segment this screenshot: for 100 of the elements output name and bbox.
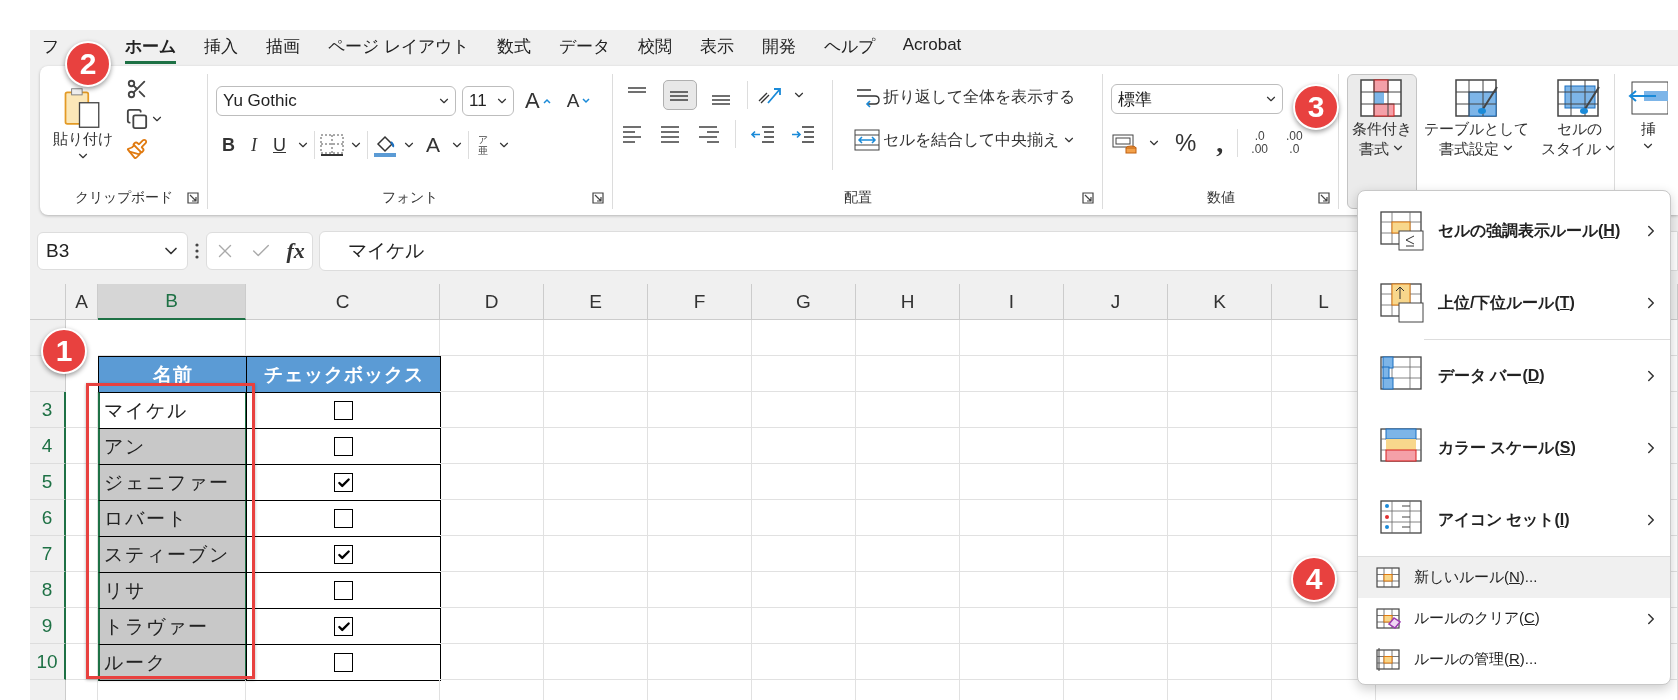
row-header[interactable]: 7 [30,536,66,572]
table-cell[interactable] [246,644,441,681]
sheet-cell[interactable] [440,392,544,428]
menu-item[interactable]: カラー スケール(S) [1358,412,1670,484]
ribbon-tab[interactable]: Acrobat [902,30,962,61]
sheet-cell[interactable] [440,572,544,608]
sheet-cell[interactable] [856,608,960,644]
menu-item[interactable]: アイコン セット(I) [1358,484,1670,556]
outdent-icon[interactable] [750,123,776,145]
column-header[interactable]: H [856,284,960,320]
sheet-cell[interactable] [960,644,1064,680]
table-cell[interactable] [246,536,441,573]
sheet-cell[interactable] [1064,464,1168,500]
sheet-cell[interactable] [752,536,856,572]
column-header[interactable]: B [98,284,246,320]
sheet-cell[interactable] [1064,392,1168,428]
ribbon-tab[interactable]: 開発 [761,30,796,64]
sheet-cell[interactable] [1168,464,1272,500]
sheet-cell[interactable] [856,356,960,392]
column-header[interactable]: J [1064,284,1168,320]
sheet-cell[interactable] [856,536,960,572]
row-header[interactable]: 9 [30,608,66,644]
copy-icon[interactable] [126,108,148,130]
align-right-icon[interactable] [697,123,721,145]
row-header[interactable]: 3 [30,392,66,428]
sheet-cell[interactable] [1064,320,1168,356]
sheet-cell[interactable] [544,608,648,644]
column-header[interactable]: E [544,284,648,320]
sheet-cell[interactable] [1168,536,1272,572]
sheet-cell[interactable] [752,356,856,392]
sheet-cell[interactable] [960,428,1064,464]
sheet-cell[interactable] [1064,572,1168,608]
font-name-dropdown[interactable]: Yu Gothic [216,86,456,116]
table-cell[interactable]: ジェニファー [98,464,247,501]
sheet-cell[interactable] [544,320,648,356]
column-header[interactable]: I [960,284,1064,320]
table-cell[interactable]: アン [98,428,247,465]
table-cell[interactable]: トラヴァー [98,608,247,645]
sheet-cell[interactable] [1168,500,1272,536]
table-cell[interactable] [246,428,441,465]
ribbon-tab[interactable]: 描画 [266,30,300,64]
sheet-cell[interactable] [648,356,752,392]
sheet-cell[interactable] [960,320,1064,356]
sheet-cell[interactable] [544,644,648,680]
scissors-icon[interactable] [126,78,148,100]
launcher-icon[interactable] [592,192,604,204]
sheet-cell[interactable] [544,428,648,464]
sheet-cell[interactable] [752,500,856,536]
column-header[interactable]: A [66,284,98,320]
comma-button[interactable]: , [1210,131,1230,156]
sheet-cell[interactable] [440,320,544,356]
sheet-cell[interactable] [752,572,856,608]
menu-item[interactable]: ルールのクリア(C) [1358,598,1670,639]
sheet-cell[interactable] [960,392,1064,428]
select-all-corner[interactable] [30,284,66,320]
checkbox[interactable] [334,545,353,564]
launcher-icon[interactable] [1318,192,1330,204]
column-header[interactable]: D [440,284,544,320]
sheet-cell[interactable] [648,536,752,572]
font-color-button[interactable]: A [420,131,446,159]
sheet-cell[interactable] [1168,608,1272,644]
sheet-cell[interactable] [1168,644,1272,680]
sheet-cell[interactable] [440,428,544,464]
row-header[interactable]: 5 [30,464,66,500]
table-cell[interactable]: スティーブン [98,536,247,573]
table-cell[interactable] [246,572,441,609]
sheet-cell[interactable] [648,464,752,500]
sheet-cell[interactable] [856,572,960,608]
sheet-cell[interactable] [1064,356,1168,392]
sheet-cell[interactable] [440,608,544,644]
ribbon-tab[interactable]: ヘルプ [823,30,875,64]
sheet-cell[interactable] [1064,608,1168,644]
sheet-cell[interactable] [544,356,648,392]
sheet-cell[interactable] [960,464,1064,500]
font-size-dropdown[interactable]: 11 [462,86,514,116]
ribbon-tab[interactable]: 数式 [496,30,531,64]
checkbox[interactable] [334,617,353,636]
sheet-cell[interactable] [856,428,960,464]
ribbon-tab[interactable]: フ [42,30,59,64]
sheet-cell[interactable] [1168,320,1272,356]
sheet-cell[interactable] [648,320,752,356]
sheet-cell[interactable] [856,320,960,356]
paintbrush-icon[interactable] [126,138,148,160]
sheet-cell[interactable] [1168,572,1272,608]
sheet-cell[interactable] [960,572,1064,608]
checkbox[interactable] [334,473,353,492]
ribbon-tab[interactable]: ページ レイアウト [328,30,469,64]
sheet-cell[interactable] [648,644,752,680]
sheet-cell[interactable] [752,644,856,680]
bold-button[interactable]: B [216,132,241,158]
checkbox[interactable] [334,581,353,600]
money-icon[interactable] [1111,131,1139,156]
sheet-cell[interactable] [856,464,960,500]
column-header[interactable]: K [1168,284,1272,320]
sheet-cell[interactable] [856,392,960,428]
sheet-cell[interactable] [960,608,1064,644]
sheet-cell[interactable] [440,500,544,536]
checkbox[interactable] [334,437,353,456]
number-format-dropdown[interactable]: 標準 [1111,84,1283,114]
sheet-cell[interactable] [856,500,960,536]
